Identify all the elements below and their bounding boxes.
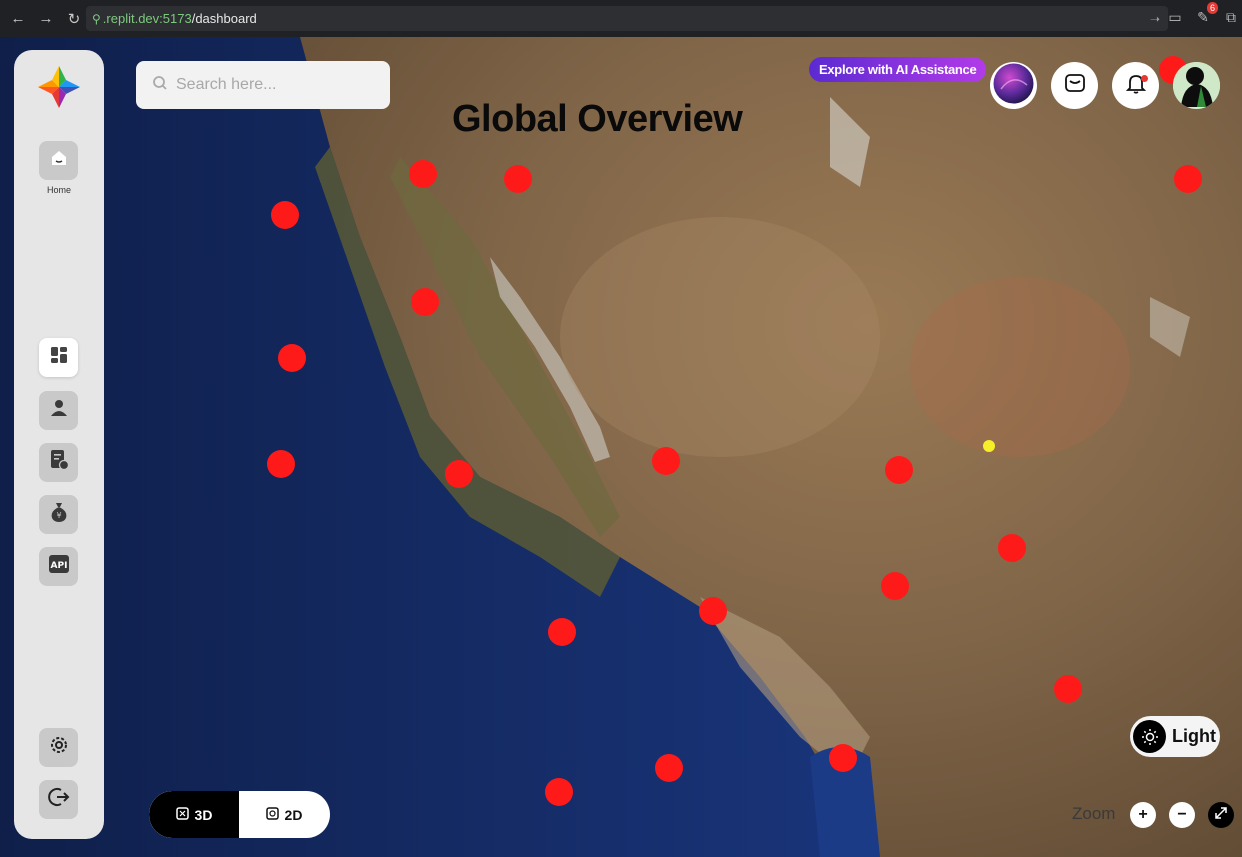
map-marker[interactable] bbox=[885, 456, 913, 484]
report-icon bbox=[49, 449, 69, 476]
logout-icon bbox=[47, 786, 70, 813]
map-marker[interactable] bbox=[548, 618, 576, 646]
map-marker[interactable] bbox=[1054, 675, 1082, 703]
flat-map-icon bbox=[265, 806, 279, 823]
view-3d-button[interactable]: 3D bbox=[149, 791, 239, 838]
map-marker[interactable] bbox=[881, 572, 909, 600]
search-input[interactable] bbox=[176, 76, 376, 94]
sidebar-item-settings[interactable] bbox=[39, 728, 78, 767]
map-marker[interactable] bbox=[699, 597, 727, 625]
fullscreen-button[interactable] bbox=[1208, 802, 1234, 828]
sidebar-item-logout[interactable] bbox=[39, 780, 78, 819]
browser-toolbar: ← → ↻ ⚲ .replit.dev:5173 /dashboard ➝ ▭ … bbox=[0, 0, 1242, 37]
map-marker[interactable] bbox=[411, 288, 439, 316]
sidebar-item-user[interactable] bbox=[39, 391, 78, 430]
page-title: Global Overview bbox=[452, 98, 743, 140]
map-marker[interactable] bbox=[545, 778, 573, 806]
address-bar[interactable]: ⚲ .replit.dev:5173 /dashboard ➝ bbox=[86, 6, 1168, 31]
notifications-button[interactable] bbox=[1112, 62, 1159, 109]
sidebar-item-api[interactable]: API bbox=[39, 547, 78, 586]
map-marker[interactable] bbox=[409, 160, 437, 188]
money-bag-icon: ¥ bbox=[49, 501, 69, 528]
map-terrain bbox=[0, 37, 1242, 857]
gear-icon bbox=[48, 734, 70, 761]
sidebar-item-dashboard[interactable] bbox=[39, 338, 78, 377]
extensions-icon[interactable]: ✎ 6 bbox=[1192, 2, 1218, 28]
map-marker[interactable] bbox=[278, 344, 306, 372]
map-marker[interactable] bbox=[998, 534, 1026, 562]
svg-text:API: API bbox=[50, 561, 67, 571]
sun-icon bbox=[1133, 720, 1166, 753]
sidebar-item-report[interactable] bbox=[39, 443, 78, 482]
map-marker[interactable] bbox=[829, 744, 857, 772]
mail-icon bbox=[1064, 72, 1086, 99]
sidebar-item-home-label: Home bbox=[46, 185, 71, 195]
user-icon bbox=[49, 398, 69, 423]
messages-button[interactable] bbox=[1051, 62, 1098, 109]
avatar-icon bbox=[1173, 62, 1220, 109]
user-avatar[interactable] bbox=[1173, 62, 1220, 109]
ai-orb-icon bbox=[993, 63, 1034, 109]
search-box[interactable] bbox=[136, 61, 390, 109]
expand-icon bbox=[1215, 806, 1227, 824]
zoom-label: Zoom bbox=[1072, 804, 1116, 823]
dashboard-icon bbox=[49, 345, 69, 370]
map-marker[interactable] bbox=[445, 460, 473, 488]
zoom-out-button[interactable]: − bbox=[1169, 802, 1195, 828]
secure-icon: ⚲ bbox=[92, 11, 101, 26]
notification-dot bbox=[1141, 75, 1148, 82]
map-marker[interactable] bbox=[271, 201, 299, 229]
ai-orb-button[interactable] bbox=[990, 62, 1037, 109]
map-marker[interactable] bbox=[267, 450, 295, 478]
forward-icon[interactable]: → bbox=[32, 5, 60, 33]
search-icon bbox=[152, 75, 168, 96]
cube-icon bbox=[175, 806, 189, 823]
zoom-in-button[interactable]: + bbox=[1130, 802, 1156, 828]
satellite-map[interactable] bbox=[0, 37, 1242, 857]
url-path: /dashboard bbox=[191, 11, 257, 26]
theme-label: Light bbox=[1172, 726, 1216, 746]
view-2d-button[interactable]: 2D bbox=[239, 791, 329, 838]
view-3d-label: 3D bbox=[194, 806, 213, 823]
ai-assistance-button[interactable]: Explore with AI Assistance bbox=[809, 57, 987, 82]
sidebar-item-finance[interactable]: ¥ bbox=[39, 495, 78, 534]
theme-toggle[interactable]: Light bbox=[1130, 716, 1220, 757]
map-marker[interactable] bbox=[655, 754, 683, 782]
map-highlight-marker[interactable] bbox=[983, 440, 995, 452]
cast-icon[interactable]: ▭ bbox=[1164, 6, 1186, 28]
home-icon bbox=[49, 148, 69, 173]
map-marker[interactable] bbox=[504, 165, 532, 193]
map-marker[interactable] bbox=[1174, 165, 1202, 193]
go-icon[interactable]: ➝ bbox=[1150, 12, 1160, 26]
app-logo[interactable] bbox=[36, 64, 82, 110]
url-host: .replit.dev:5173 bbox=[102, 11, 192, 26]
svg-text:¥: ¥ bbox=[56, 511, 61, 520]
map-marker[interactable] bbox=[652, 447, 680, 475]
view-2d-label: 2D bbox=[284, 806, 303, 823]
sidebar-item-home[interactable] bbox=[39, 141, 78, 180]
extensions-badge: 6 bbox=[1206, 2, 1218, 14]
view-mode-toggle[interactable]: 3D 2D bbox=[149, 791, 330, 838]
back-icon[interactable]: ← bbox=[4, 5, 32, 33]
open-external-icon[interactable]: ⧉ bbox=[1220, 6, 1242, 28]
api-icon: API bbox=[48, 554, 70, 579]
sidebar: Home ¥ API bbox=[14, 50, 104, 839]
reload-icon[interactable]: ↻ bbox=[60, 5, 88, 33]
